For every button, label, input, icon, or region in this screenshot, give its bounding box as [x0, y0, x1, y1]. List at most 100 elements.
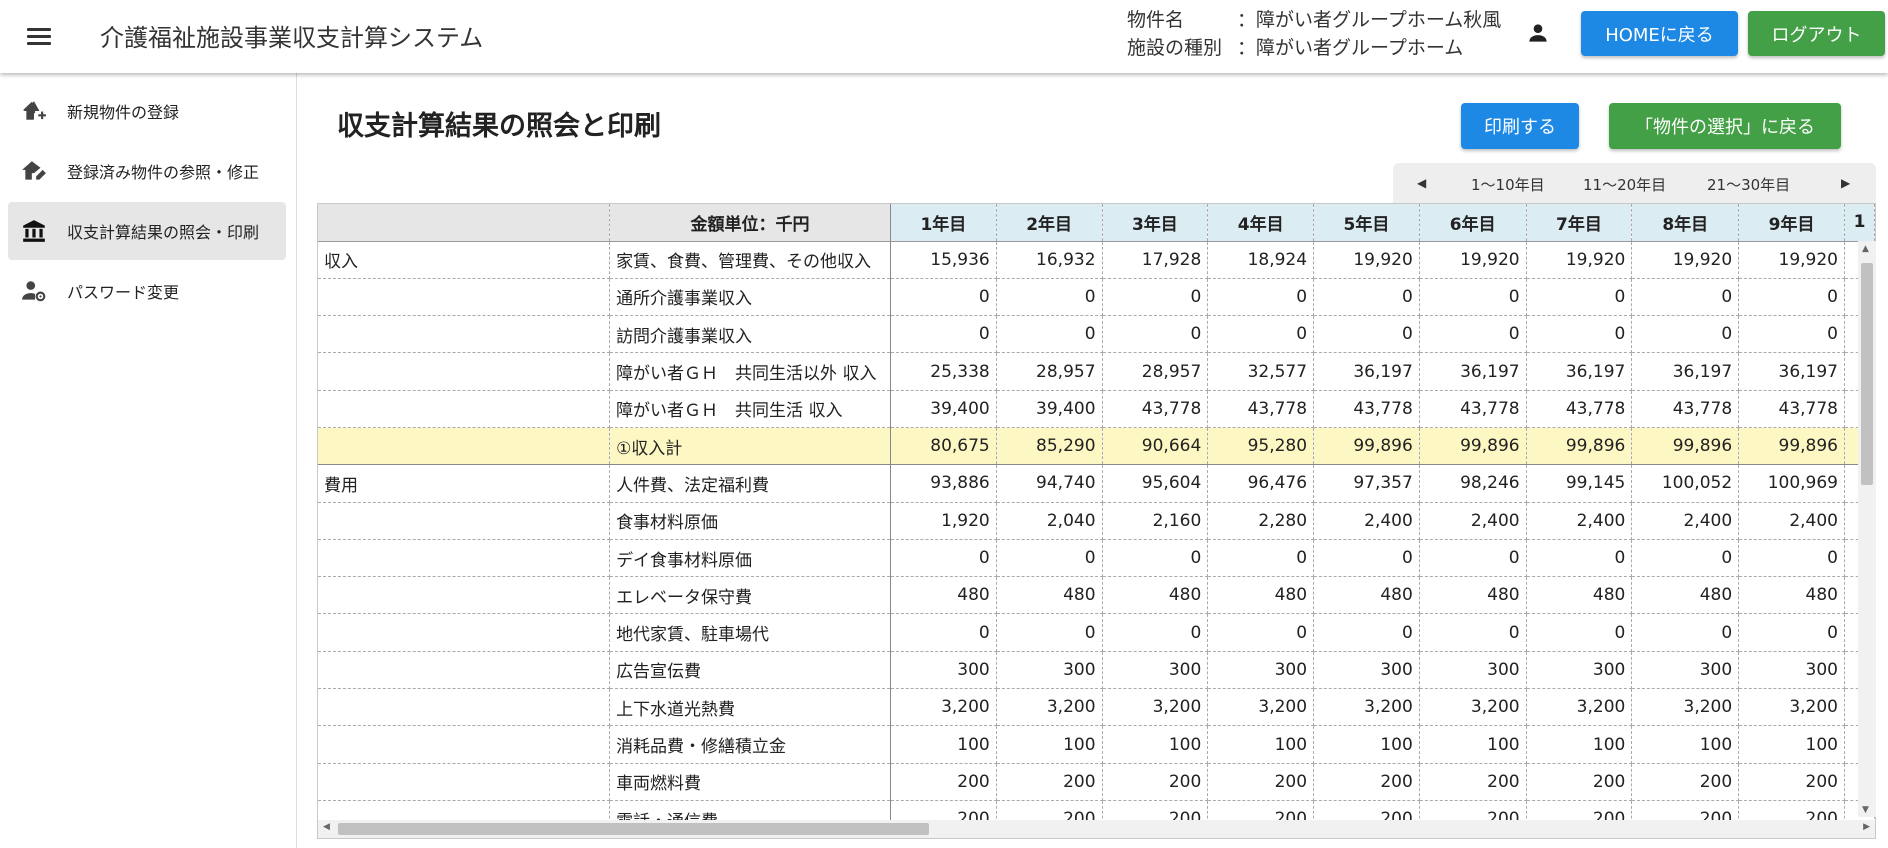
header-category-cell: [318, 204, 611, 242]
vertical-scrollbar[interactable]: ▲ ▼: [1858, 241, 1876, 817]
value-cell: 100: [1207, 725, 1315, 764]
year-range-21-30[interactable]: 21～30年目: [1707, 174, 1790, 195]
value-cell: 0: [1419, 613, 1527, 652]
row-item-cell: 障がい者ＧＨ 共同生活 収入: [609, 390, 891, 428]
value-cell: 480: [1631, 576, 1740, 615]
value-cell: 0: [1526, 539, 1633, 578]
results-table-container[interactable]: 金額単位：千円 1年目 2年目 3年目 4年目 5年目 6年目 7年目 8年目 9年目 1 収入 家賃…: [317, 203, 1876, 839]
value-cell: 100: [1419, 725, 1527, 764]
value-cell: 3,200: [996, 688, 1103, 727]
value-cell: 0: [890, 278, 997, 317]
value-cell: 0: [996, 278, 1103, 317]
value-cell: 85,290: [996, 427, 1103, 466]
year-range-11-20[interactable]: 11～20年目: [1583, 174, 1666, 195]
sidebar-item-new-property[interactable]: 新規物件の登録: [8, 82, 286, 140]
value-cell: 99,896: [1313, 427, 1420, 466]
value-cell: 3,200: [1738, 688, 1845, 727]
header-year-cell: 8年目: [1631, 204, 1740, 242]
back-to-selection-button[interactable]: 「物件の選択」に戻る: [1609, 103, 1841, 149]
table-row: 通所介護事業収入 0 0 0 0 0 0 0 0 0: [318, 278, 1875, 317]
row-item-cell: 人件費、法定福利費: [609, 464, 891, 503]
value-cell: 18,924: [1207, 241, 1315, 279]
home-edit-icon: [20, 157, 48, 185]
horizontal-scroll-thumb[interactable]: [338, 823, 929, 835]
row-item-cell: 上下水道光熱費: [609, 688, 891, 727]
prev-arrow-icon[interactable]: ◀: [1417, 176, 1426, 190]
row-category-cell: [318, 688, 611, 727]
user-icon[interactable]: [1525, 20, 1551, 46]
value-cell: 0: [890, 315, 997, 354]
value-cell: 39,400: [996, 390, 1103, 428]
row-category-cell: [318, 763, 611, 801]
value-cell: 0: [1313, 278, 1420, 317]
value-cell: 0: [1526, 278, 1633, 317]
value-cell: 98,246: [1419, 464, 1527, 503]
scroll-up-icon[interactable]: ▲: [1862, 244, 1869, 254]
value-cell: 43,778: [1102, 390, 1209, 428]
value-cell: 0: [1738, 278, 1845, 317]
app-title: 介護福祉施設事業収支計算システム: [100, 24, 484, 52]
value-cell: 300: [1419, 651, 1527, 690]
value-cell: 43,778: [1526, 390, 1633, 428]
row-item-cell: 訪問介護事業収入: [609, 315, 891, 354]
value-cell: 300: [1313, 651, 1420, 690]
bank-icon: [20, 217, 48, 245]
row-item-cell: 車両燃料費: [609, 763, 891, 801]
value-cell: 3,200: [1102, 688, 1209, 727]
header-year-cell: 1: [1844, 204, 1875, 242]
horizontal-scrollbar[interactable]: ◀ ▶: [318, 820, 1875, 838]
value-cell: 300: [1102, 651, 1209, 690]
value-cell: 99,896: [1526, 427, 1633, 466]
value-cell: 200: [1631, 763, 1740, 801]
row-item-cell: 広告宣伝費: [609, 651, 891, 690]
value-cell: 480: [1207, 576, 1315, 615]
logout-button[interactable]: ログアウト: [1748, 11, 1885, 56]
value-cell: 3,200: [1631, 688, 1740, 727]
row-item-cell: 食事材料原価: [609, 502, 891, 540]
value-cell: 90,664: [1102, 427, 1209, 466]
value-cell: 0: [1102, 539, 1209, 578]
property-info: 物件名 ：障がい者グループホーム秋風 施設の種別 ：障がい者グループホーム: [1127, 6, 1501, 62]
value-cell: 0: [1631, 613, 1740, 652]
sidebar-item-password[interactable]: パスワード変更: [8, 262, 286, 320]
header-year-cell: 2年目: [996, 204, 1103, 242]
value-cell: 36,197: [1419, 352, 1527, 391]
value-cell: 97,357: [1313, 464, 1420, 503]
vertical-scroll-thumb[interactable]: [1861, 263, 1873, 485]
row-item-cell: 家賃、食費、管理費、その他収入: [609, 241, 891, 279]
year-range-1-10[interactable]: 1～10年目: [1471, 174, 1545, 195]
value-cell: 0: [890, 613, 997, 652]
sidebar-item-label: 新規物件の登録: [67, 103, 180, 122]
home-button[interactable]: HOMEに戻る: [1581, 11, 1738, 56]
menu-icon[interactable]: [22, 20, 56, 50]
value-cell: 80,675: [890, 427, 997, 466]
row-item-cell: デイ食事材料原価: [609, 539, 891, 578]
value-cell: 95,604: [1102, 464, 1209, 503]
value-cell: 200: [1738, 763, 1845, 801]
row-item-cell: 障がい者ＧＨ 共同生活以外 収入: [609, 352, 891, 391]
value-cell: 15,936: [890, 241, 997, 279]
value-cell: 300: [996, 651, 1103, 690]
value-cell: 480: [1102, 576, 1209, 615]
scroll-right-icon[interactable]: ▶: [1863, 822, 1870, 832]
print-button[interactable]: 印刷する: [1461, 103, 1579, 149]
scroll-down-icon[interactable]: ▼: [1862, 805, 1869, 815]
table-row: 障がい者ＧＨ 共同生活 収入 39,400 39,400 43,778 43,778 43…: [318, 390, 1875, 428]
value-cell: 2,400: [1631, 502, 1740, 540]
sidebar-item-results[interactable]: 収支計算結果の照会・印刷: [8, 202, 286, 260]
table-row: 広告宣伝費 300 300 300 300 300 300 300 300 300: [318, 651, 1875, 690]
value-cell: 2,400: [1313, 502, 1420, 540]
value-cell: 36,197: [1738, 352, 1845, 391]
value-cell: 200: [890, 763, 997, 801]
value-cell: 0: [996, 613, 1103, 652]
value-cell: 0: [1526, 315, 1633, 354]
home-plus-icon: [20, 97, 48, 125]
value-cell: 200: [1526, 763, 1633, 801]
sidebar-item-registered-properties[interactable]: 登録済み物件の参照・修正: [8, 142, 286, 200]
next-arrow-icon[interactable]: ▶: [1841, 176, 1850, 190]
value-cell: 0: [1738, 315, 1845, 354]
scroll-left-icon[interactable]: ◀: [323, 822, 330, 832]
value-cell: 480: [1526, 576, 1633, 615]
value-cell: 480: [1313, 576, 1420, 615]
value-cell: 0: [1738, 539, 1845, 578]
